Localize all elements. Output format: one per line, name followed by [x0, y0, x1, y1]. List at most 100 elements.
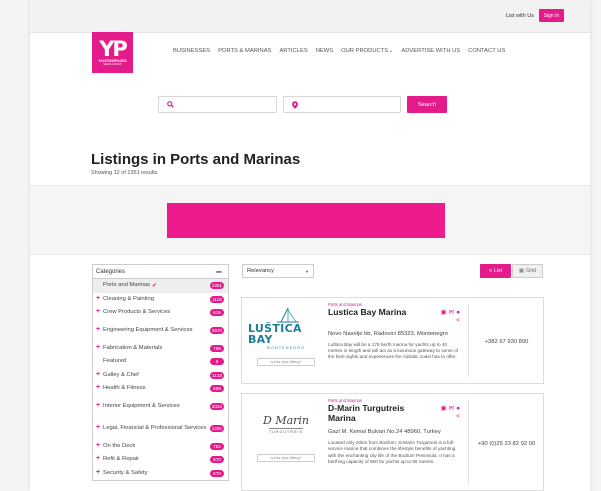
category-label: Health & Fitness: [103, 385, 146, 392]
sailboat-logo-icon: [277, 307, 299, 322]
category-label-wrap: + Crew Products & Services: [96, 309, 170, 316]
category-count-badge: 670: [210, 456, 224, 464]
category-label: Crew Products & Services: [103, 309, 171, 316]
main-nav: BUSINESSES PORTS & MARINAS ARTICLES NEWS…: [173, 48, 513, 54]
category-item[interactable]: + Health & Fitness 599: [93, 382, 228, 396]
category-item[interactable]: + Legal, Financial & Professional Service…: [93, 418, 228, 440]
category-item[interactable]: +Ports and Marinas✔ 1351: [93, 279, 228, 293]
listing-details: Ports and Marinas D-Marin Turgutreis Mar…: [328, 398, 460, 465]
plus-icon[interactable]: +: [96, 295, 103, 303]
listing-description: Luštica Bay will be a 176 berth marina f…: [328, 342, 459, 360]
plus-icon[interactable]: +: [96, 469, 103, 477]
category-count-badge: 1351: [209, 282, 224, 290]
grid-view-button[interactable]: ▦ Grid: [512, 264, 543, 278]
listing-title-row: Lustica Bay Marina ▣ ✉ ● <: [328, 307, 460, 325]
listing-logo-area: LUŠTICA BAY MONTENEGRO Is this your list…: [248, 302, 324, 366]
category-item[interactable]: + Crew Products & Services 819: [93, 306, 228, 320]
list-view-label: List: [493, 268, 503, 274]
listing-logo[interactable]: LUŠTICA BAY MONTENEGRO: [248, 302, 324, 354]
category-label-wrap: + Cleaning & Painting: [96, 295, 154, 303]
category-item[interactable]: +Featured 6: [93, 355, 228, 369]
bookmark-icon[interactable]: ▣: [440, 405, 446, 412]
category-count-badge: 2670: [209, 327, 224, 334]
email-icon[interactable]: ✉: [449, 309, 454, 316]
listing-title[interactable]: D-Marin Turgutreis Marina: [328, 403, 416, 423]
category-list: +Ports and Marinas✔1351+Cleaning & Paint…: [93, 279, 228, 480]
category-item[interactable]: + Security & Safety 670: [93, 467, 228, 481]
listing-phone[interactable]: +382 67 930 800: [470, 339, 543, 345]
listing-details: Ports and Marinas Lustica Bay Marina ▣ ✉ ●…: [328, 302, 460, 361]
listing-card[interactable]: LUŠTICA BAY MONTENEGRO Is this your list…: [241, 297, 544, 384]
search-button[interactable]: Search: [407, 96, 447, 113]
nav-ports-marinas[interactable]: PORTS & MARINAS: [218, 48, 271, 54]
category-item[interactable]: + Cleaning & Painting 1118: [93, 293, 228, 307]
nav-contact[interactable]: CONTACT US: [468, 48, 505, 54]
listing-address: Novo Naselje bb, Radovici 85323, Montene…: [328, 331, 448, 337]
plus-icon[interactable]: +: [96, 385, 103, 392]
plus-icon[interactable]: +: [96, 424, 103, 432]
plus-icon[interactable]: +: [96, 344, 103, 352]
category-filter-title: Categories: [96, 268, 126, 275]
category-item[interactable]: + Refit & Repair 670: [93, 453, 228, 467]
listing-title-row: D-Marin Turgutreis Marina ▣ ✉ ● <: [328, 403, 460, 423]
collapse-icon[interactable]: –: [216, 266, 222, 277]
category-label-wrap: + Engineering Equipment & Services: [96, 326, 193, 334]
category-label: Legal, Financial & Professional Services: [103, 425, 207, 432]
category-item[interactable]: + Fabrication & Materials 796: [93, 342, 228, 356]
listing-actions: ▣ ✉ ● <: [438, 405, 460, 421]
nav-articles[interactable]: ARTICLES: [279, 48, 307, 54]
listing-logo[interactable]: D Marin TURGUTREIS: [248, 398, 324, 450]
listings-title-section: Listings in Ports and Marinas Showing 12…: [91, 151, 300, 176]
nav-businesses[interactable]: BUSINESSES: [173, 48, 210, 54]
share-icon[interactable]: <: [456, 413, 460, 421]
listing-action-row: ▣ ✉ ●: [438, 405, 460, 413]
list-with-us-link[interactable]: List with Us: [506, 13, 534, 19]
category-label-wrap: + Fabrication & Materials: [96, 344, 162, 352]
category-label: Engineering Equipment & Services: [103, 327, 193, 334]
category-count-badge: 599: [210, 385, 224, 393]
listing-logo-area: D Marin TURGUTREIS Is this your listing?: [248, 398, 324, 462]
nav-our-products[interactable]: OUR PRODUCTS⌄: [341, 48, 393, 54]
category-item[interactable]: + Engineering Equipment & Services 2670: [93, 320, 228, 342]
advert-banner[interactable]: [167, 203, 445, 238]
plus-icon[interactable]: +: [96, 442, 103, 450]
plus-icon[interactable]: +: [96, 402, 103, 410]
category-label: Ports and Marinas: [103, 282, 151, 289]
category-item[interactable]: + On the Deck 782: [93, 440, 228, 454]
listing-card[interactable]: D Marin TURGUTREIS Is this your listing?…: [241, 393, 544, 491]
category-label-wrap: + On the Deck: [96, 442, 136, 450]
location-search-input[interactable]: [283, 96, 401, 113]
category-count-badge: 782: [210, 442, 224, 450]
email-icon[interactable]: ✉: [449, 405, 454, 412]
category-item[interactable]: + Galley & Chef 1133: [93, 369, 228, 383]
plus-icon[interactable]: +: [96, 326, 103, 334]
category-label: On the Deck: [103, 442, 136, 449]
grid-view-label: Grid: [526, 268, 536, 274]
search-icon: [167, 101, 174, 108]
plus-icon[interactable]: +: [96, 456, 103, 463]
website-icon[interactable]: ●: [456, 309, 460, 316]
site-logo[interactable]: YP YACHTINGPAGES MEDIA GROUP: [92, 32, 133, 73]
claim-listing-button[interactable]: Is this your listing?: [257, 454, 315, 462]
category-count-badge: 6: [210, 358, 224, 366]
plus-icon[interactable]: +: [96, 309, 103, 316]
list-view-button[interactable]: ≡ List: [480, 264, 511, 278]
listing-title[interactable]: Lustica Bay Marina: [328, 307, 406, 318]
listing-phone[interactable]: +90 (0)25 23 82 92 00: [470, 441, 543, 447]
category-label: Galley & Chef: [103, 371, 139, 378]
share-icon[interactable]: <: [456, 317, 460, 325]
claim-listing-button[interactable]: Is this your listing?: [257, 358, 315, 366]
category-filter-header[interactable]: Categories –: [93, 265, 228, 279]
website-icon[interactable]: ●: [456, 405, 460, 412]
nav-news[interactable]: NEWS: [316, 48, 333, 54]
sort-select[interactable]: Relevancy ▼: [242, 264, 314, 278]
plus-icon[interactable]: +: [96, 371, 103, 379]
result-count: Showing 12 of 1351 results: [91, 170, 158, 176]
bookmark-icon[interactable]: ▣: [440, 309, 446, 316]
category-filter: Categories – +Ports and Marinas✔1351+Cle…: [92, 264, 229, 481]
keyword-search-input[interactable]: [158, 96, 277, 113]
category-item[interactable]: + Interior Equipment & Services 2022: [93, 396, 228, 418]
category-count-badge: 1118: [210, 295, 224, 303]
nav-advertise[interactable]: ADVERTISE WITH US: [401, 48, 460, 54]
sign-in-button[interactable]: Sign In: [539, 9, 564, 22]
